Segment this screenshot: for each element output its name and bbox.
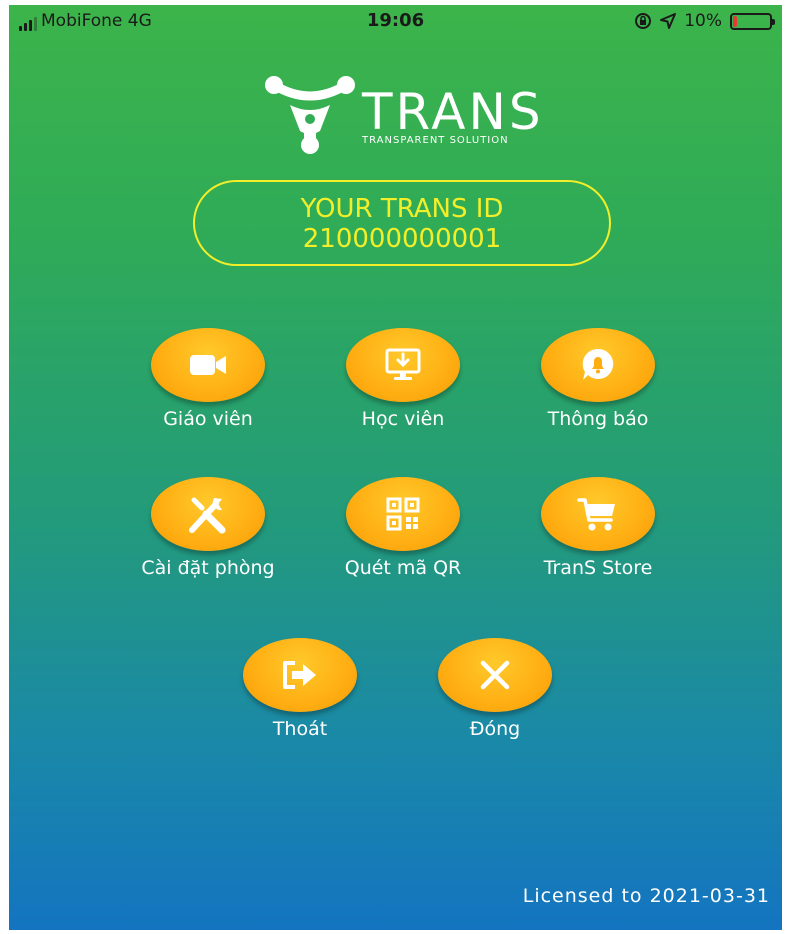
battery-icon: [730, 12, 775, 30]
student-button[interactable]: Học viên: [323, 328, 483, 430]
tools-icon: [189, 497, 226, 534]
license-text: Licensed to 2021-03-31: [522, 885, 770, 907]
trans-store-button[interactable]: TranS Store: [518, 477, 678, 579]
shopping-cart-icon: [577, 498, 615, 531]
student-label: Học viên: [361, 408, 445, 430]
logout-icon: [283, 661, 316, 689]
logo-wordmark: TRANS: [362, 83, 544, 141]
status-right: 10%: [634, 11, 775, 31]
rotation-lock-icon: [635, 13, 652, 29]
logout-button-circle[interactable]: [243, 638, 357, 712]
close-button-circle[interactable]: [438, 638, 552, 712]
battery-level: [733, 15, 737, 27]
monitor-download-icon: [385, 348, 421, 380]
scan-qr-button-circle[interactable]: [346, 477, 460, 551]
scan-qr-button[interactable]: Quét mã QR: [323, 477, 483, 579]
trans-store-label: TranS Store: [543, 557, 653, 579]
app-screen: MobiFone 4G 19:06 10% TRANS TRANSPARENT …: [9, 5, 782, 930]
room-settings-button-circle[interactable]: [151, 477, 265, 551]
logout-button[interactable]: Thoát: [220, 638, 380, 740]
room-settings-label: Cài đặt phòng: [141, 557, 275, 579]
trans-logo-icon: [265, 76, 355, 154]
teacher-label: Giáo viên: [163, 408, 253, 430]
notification-label: Thông báo: [547, 408, 649, 430]
close-label: Đóng: [469, 718, 521, 740]
battery-percent: 10%: [684, 11, 722, 31]
close-button[interactable]: Đóng: [415, 638, 575, 740]
student-button-circle[interactable]: [346, 328, 460, 402]
trans-store-button-circle[interactable]: [541, 477, 655, 551]
qr-code-icon: [386, 497, 420, 531]
trans-id-number: 210000000001: [302, 224, 502, 254]
logo-tagline: TRANSPARENT SOLUTION: [362, 135, 509, 146]
notification-button[interactable]: Thông báo: [518, 328, 678, 430]
location-arrow-icon: [660, 13, 677, 29]
notification-button-circle[interactable]: [541, 328, 655, 402]
status-bar: MobiFone 4G 19:06 10%: [9, 5, 782, 39]
trans-id-title: YOUR TRANS ID: [300, 194, 504, 224]
close-icon: [480, 660, 510, 690]
logout-label: Thoát: [272, 718, 328, 740]
teacher-button[interactable]: Giáo viên: [128, 328, 288, 430]
scan-qr-label: Quét mã QR: [344, 557, 462, 579]
notification-bell-icon: [582, 348, 614, 380]
teacher-button-circle[interactable]: [151, 328, 265, 402]
trans-logo: TRANS TRANSPARENT SOLUTION: [264, 75, 564, 155]
video-camera-icon: [190, 355, 226, 375]
trans-id-card: YOUR TRANS ID 210000000001: [193, 180, 611, 266]
room-settings-button[interactable]: Cài đặt phòng: [128, 477, 288, 579]
